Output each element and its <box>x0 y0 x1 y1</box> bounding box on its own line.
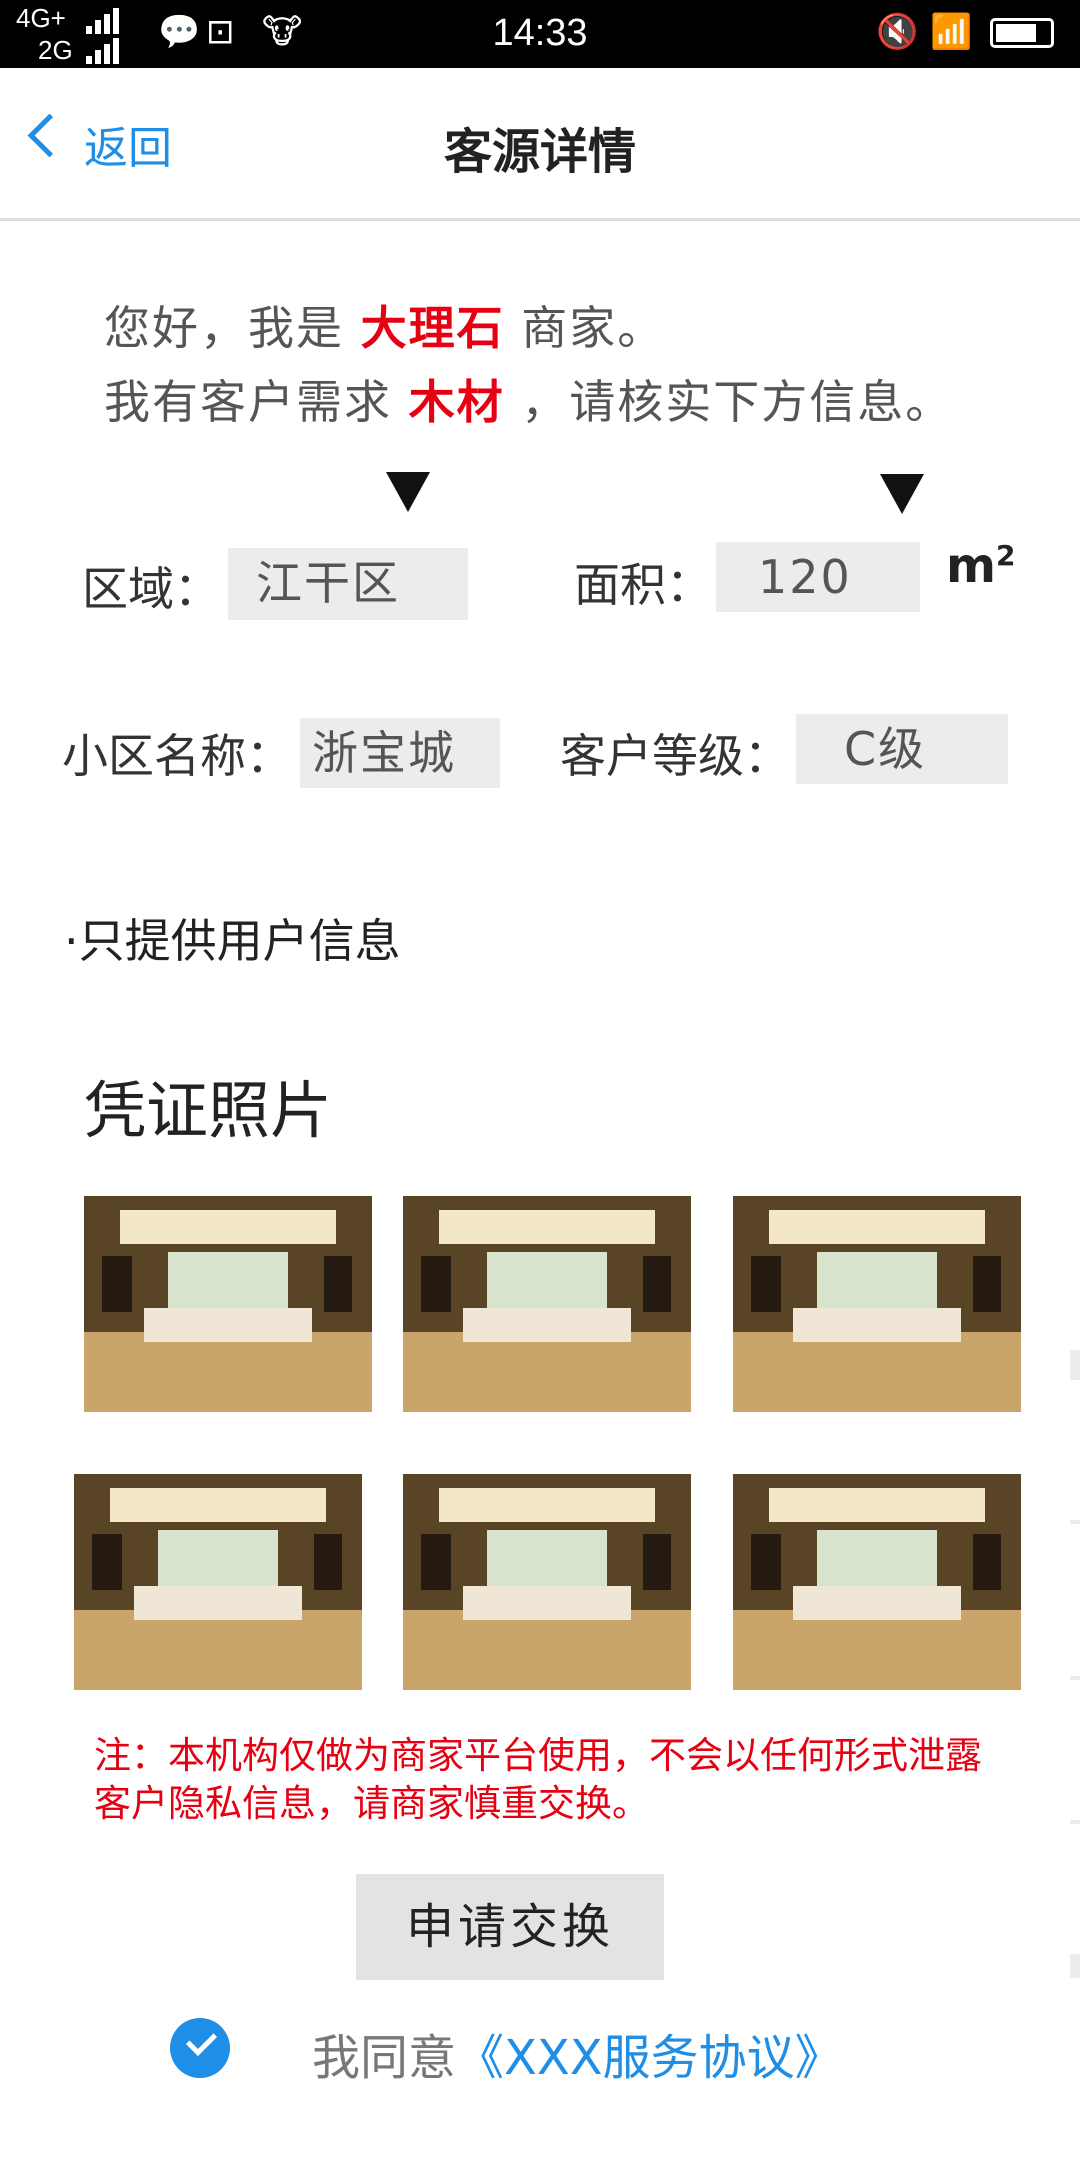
service-agreement-link[interactable]: 《XXX服务协议》 <box>456 2030 843 2086</box>
checkmark-icon <box>185 2024 218 2057</box>
voucher-photo-2[interactable] <box>403 1196 691 1412</box>
mute-icon: 🔇 <box>876 12 919 52</box>
area-unit-exponent: 2 <box>996 539 1016 572</box>
area-input[interactable]: 120 <box>716 542 920 612</box>
area-label: 面积： <box>574 558 712 612</box>
edge-decoration <box>1070 1820 1080 1824</box>
agreement-prefix: 我同意 <box>312 2030 457 2086</box>
triangle-down-icon[interactable] <box>386 472 430 512</box>
community-label: 小区名称： <box>62 729 292 783</box>
area-unit-base: m <box>946 538 997 594</box>
agreement-text: 我同意《XXX服务协议》 <box>312 2018 843 2088</box>
community-input[interactable]: 浙宝城 <box>300 718 500 788</box>
privacy-disclaimer: 注：本机构仅做为商家平台使用，不会以任何形式泄露客户隐私信息，请商家慎重交换。 <box>94 1734 982 1825</box>
voucher-photo-3[interactable] <box>733 1196 1021 1412</box>
intro-line-1: 您好，我是 大理石 商家。 <box>104 292 665 358</box>
voucher-photo-6[interactable] <box>733 1474 1021 1690</box>
edge-decoration <box>1070 1350 1080 1380</box>
voucher-photo-1[interactable] <box>84 1196 372 1412</box>
status-bar: 4G+ 2G 💬 ⊡ 🐮 14:33 🔇 📶 <box>0 0 1080 68</box>
edge-decoration <box>1070 1676 1080 1680</box>
region-label: 区域： <box>82 562 220 616</box>
merchant-type: 大理石 <box>360 301 505 355</box>
nav-bar: 返回 客源详情 <box>0 68 1080 221</box>
apply-exchange-button[interactable]: 申请交换 <box>356 1874 664 1980</box>
intro-text: 商家。 <box>521 301 666 355</box>
level-label: 客户等级： <box>560 729 790 783</box>
info-note: ·只提供用户信息 <box>64 914 401 968</box>
wifi-icon: 📶 <box>930 12 973 52</box>
edge-decoration <box>1070 1520 1080 1524</box>
area-unit: m2 <box>946 538 1016 594</box>
intro-text: 我有客户需求 <box>104 375 392 429</box>
intro-text: ，请核实下方信息。 <box>521 375 954 429</box>
agreement-checkbox[interactable] <box>170 2018 230 2078</box>
intro-line-2: 我有客户需求 木材 ，请核实下方信息。 <box>104 366 953 432</box>
page-title: 客源详情 <box>443 124 636 180</box>
intro-text: 您好，我是 <box>104 301 344 355</box>
triangle-down-icon[interactable] <box>880 474 924 514</box>
battery-icon <box>990 18 1054 48</box>
level-select[interactable]: C级 <box>796 714 1008 784</box>
voucher-photo-5[interactable] <box>403 1474 691 1690</box>
region-select[interactable]: 江干区 <box>228 548 468 620</box>
edge-decoration <box>1070 1954 1080 1978</box>
voucher-photo-4[interactable] <box>74 1474 362 1690</box>
demand-type: 木材 <box>408 375 505 429</box>
photos-section-title: 凭证照片 <box>84 1074 333 1147</box>
